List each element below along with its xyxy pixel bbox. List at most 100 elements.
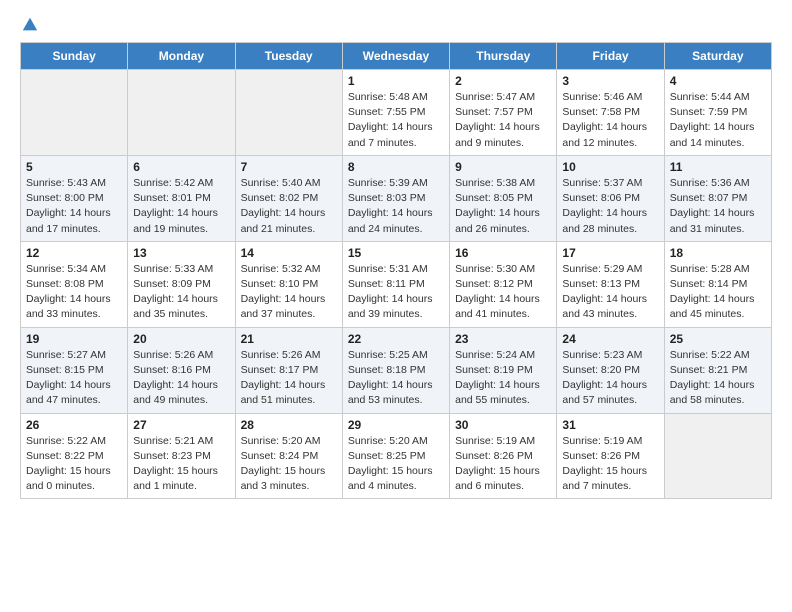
day-info: Sunrise: 5:19 AM Sunset: 8:26 PM Dayligh…	[455, 434, 551, 495]
day-number: 4	[670, 74, 766, 88]
day-number: 31	[562, 418, 658, 432]
calendar-cell: 12 Sunrise: 5:34 AM Sunset: 8:08 PM Dayli…	[21, 241, 128, 327]
calendar-cell: 10 Sunrise: 5:37 AM Sunset: 8:06 PM Dayli…	[557, 155, 664, 241]
calendar-cell: 19Sunrise: 5:27 AM Sunset: 8:15 PM Dayli…	[21, 327, 128, 413]
calendar-cell: 25 Sunrise: 5:22 AM Sunset: 8:21 PM Dayli…	[664, 327, 771, 413]
day-number: 28	[241, 418, 337, 432]
day-number: 12	[26, 246, 122, 260]
calendar-cell: 14Sunrise: 5:32 AM Sunset: 8:10 PM Dayli…	[235, 241, 342, 327]
calendar-cell: 13 Sunrise: 5:33 AM Sunset: 8:09 PM Dayli…	[128, 241, 235, 327]
day-number: 7	[241, 160, 337, 174]
calendar-cell: 23 Sunrise: 5:24 AM Sunset: 8:19 PM Dayli…	[450, 327, 557, 413]
day-info: Sunrise: 5:20 AM Sunset: 8:24 PM Dayligh…	[241, 434, 337, 495]
calendar-cell: 15 Sunrise: 5:31 AM Sunset: 8:11 PM Dayli…	[342, 241, 449, 327]
col-header-wednesday: Wednesday	[342, 43, 449, 70]
day-number: 23	[455, 332, 551, 346]
calendar-cell: 24Sunrise: 5:23 AM Sunset: 8:20 PM Dayli…	[557, 327, 664, 413]
calendar-header-row: SundayMondayTuesdayWednesdayThursdayFrid…	[21, 43, 772, 70]
day-number: 18	[670, 246, 766, 260]
day-info: Sunrise: 5:25 AM Sunset: 8:18 PM Dayligh…	[348, 348, 444, 409]
day-info: Sunrise: 5:30 AM Sunset: 8:12 PM Dayligh…	[455, 262, 551, 323]
col-header-thursday: Thursday	[450, 43, 557, 70]
day-number: 25	[670, 332, 766, 346]
day-number: 13	[133, 246, 229, 260]
day-info: Sunrise: 5:34 AM Sunset: 8:08 PM Dayligh…	[26, 262, 122, 323]
day-info: Sunrise: 5:38 AM Sunset: 8:05 PM Dayligh…	[455, 176, 551, 237]
day-number: 3	[562, 74, 658, 88]
calendar-cell: 5 Sunrise: 5:43 AM Sunset: 8:00 PM Daylig…	[21, 155, 128, 241]
day-info: Sunrise: 5:26 AM Sunset: 8:16 PM Dayligh…	[133, 348, 229, 409]
day-info: Sunrise: 5:43 AM Sunset: 8:00 PM Dayligh…	[26, 176, 122, 237]
col-header-monday: Monday	[128, 43, 235, 70]
day-number: 9	[455, 160, 551, 174]
calendar-cell: 1 Sunrise: 5:48 AM Sunset: 7:55 PM Daylig…	[342, 70, 449, 156]
calendar-week-5: 26 Sunrise: 5:22 AM Sunset: 8:22 PM Dayli…	[21, 413, 772, 499]
day-info: Sunrise: 5:19 AM Sunset: 8:26 PM Dayligh…	[562, 434, 658, 495]
calendar-cell	[235, 70, 342, 156]
day-number: 21	[241, 332, 337, 346]
col-header-friday: Friday	[557, 43, 664, 70]
day-number: 8	[348, 160, 444, 174]
calendar-cell: 9 Sunrise: 5:38 AM Sunset: 8:05 PM Daylig…	[450, 155, 557, 241]
day-info: Sunrise: 5:37 AM Sunset: 8:06 PM Dayligh…	[562, 176, 658, 237]
day-info: Sunrise: 5:33 AM Sunset: 8:09 PM Dayligh…	[133, 262, 229, 323]
day-info: Sunrise: 5:31 AM Sunset: 8:11 PM Dayligh…	[348, 262, 444, 323]
calendar-cell: 18 Sunrise: 5:28 AM Sunset: 8:14 PM Dayli…	[664, 241, 771, 327]
calendar-table: SundayMondayTuesdayWednesdayThursdayFrid…	[20, 42, 772, 499]
calendar-cell: 29Sunrise: 5:20 AM Sunset: 8:25 PM Dayli…	[342, 413, 449, 499]
logo	[20, 16, 39, 32]
day-number: 16	[455, 246, 551, 260]
page: SundayMondayTuesdayWednesdayThursdayFrid…	[0, 0, 792, 612]
day-info: Sunrise: 5:36 AM Sunset: 8:07 PM Dayligh…	[670, 176, 766, 237]
day-number: 15	[348, 246, 444, 260]
day-info: Sunrise: 5:47 AM Sunset: 7:57 PM Dayligh…	[455, 90, 551, 151]
calendar-cell: 16 Sunrise: 5:30 AM Sunset: 8:12 PM Dayli…	[450, 241, 557, 327]
col-header-sunday: Sunday	[21, 43, 128, 70]
col-header-saturday: Saturday	[664, 43, 771, 70]
day-info: Sunrise: 5:48 AM Sunset: 7:55 PM Dayligh…	[348, 90, 444, 151]
day-number: 26	[26, 418, 122, 432]
day-number: 6	[133, 160, 229, 174]
calendar-cell	[128, 70, 235, 156]
day-info: Sunrise: 5:28 AM Sunset: 8:14 PM Dayligh…	[670, 262, 766, 323]
day-number: 1	[348, 74, 444, 88]
day-info: Sunrise: 5:27 AM Sunset: 8:15 PM Dayligh…	[26, 348, 122, 409]
calendar-cell: 22Sunrise: 5:25 AM Sunset: 8:18 PM Dayli…	[342, 327, 449, 413]
day-info: Sunrise: 5:22 AM Sunset: 8:21 PM Dayligh…	[670, 348, 766, 409]
calendar-cell: 30Sunrise: 5:19 AM Sunset: 8:26 PM Dayli…	[450, 413, 557, 499]
calendar-cell: 2Sunrise: 5:47 AM Sunset: 7:57 PM Daylig…	[450, 70, 557, 156]
logo-icon	[21, 16, 39, 34]
day-number: 17	[562, 246, 658, 260]
calendar-cell: 28 Sunrise: 5:20 AM Sunset: 8:24 PM Dayli…	[235, 413, 342, 499]
calendar-cell: 11Sunrise: 5:36 AM Sunset: 8:07 PM Dayli…	[664, 155, 771, 241]
day-number: 5	[26, 160, 122, 174]
calendar-cell: 4Sunrise: 5:44 AM Sunset: 7:59 PM Daylig…	[664, 70, 771, 156]
calendar-cell: 31 Sunrise: 5:19 AM Sunset: 8:26 PM Dayli…	[557, 413, 664, 499]
day-number: 14	[241, 246, 337, 260]
day-info: Sunrise: 5:29 AM Sunset: 8:13 PM Dayligh…	[562, 262, 658, 323]
calendar-cell	[664, 413, 771, 499]
calendar-cell: 17 Sunrise: 5:29 AM Sunset: 8:13 PM Dayli…	[557, 241, 664, 327]
day-number: 20	[133, 332, 229, 346]
calendar-week-2: 5 Sunrise: 5:43 AM Sunset: 8:00 PM Daylig…	[21, 155, 772, 241]
calendar-cell	[21, 70, 128, 156]
day-info: Sunrise: 5:22 AM Sunset: 8:22 PM Dayligh…	[26, 434, 122, 495]
day-info: Sunrise: 5:24 AM Sunset: 8:19 PM Dayligh…	[455, 348, 551, 409]
calendar-cell: 7 Sunrise: 5:40 AM Sunset: 8:02 PM Daylig…	[235, 155, 342, 241]
calendar-cell: 6 Sunrise: 5:42 AM Sunset: 8:01 PM Daylig…	[128, 155, 235, 241]
day-info: Sunrise: 5:42 AM Sunset: 8:01 PM Dayligh…	[133, 176, 229, 237]
day-info: Sunrise: 5:40 AM Sunset: 8:02 PM Dayligh…	[241, 176, 337, 237]
calendar-week-1: 1 Sunrise: 5:48 AM Sunset: 7:55 PM Daylig…	[21, 70, 772, 156]
day-number: 10	[562, 160, 658, 174]
calendar-cell: 21 Sunrise: 5:26 AM Sunset: 8:17 PM Dayli…	[235, 327, 342, 413]
calendar-cell: 8 Sunrise: 5:39 AM Sunset: 8:03 PM Daylig…	[342, 155, 449, 241]
day-info: Sunrise: 5:21 AM Sunset: 8:23 PM Dayligh…	[133, 434, 229, 495]
day-info: Sunrise: 5:39 AM Sunset: 8:03 PM Dayligh…	[348, 176, 444, 237]
header	[20, 16, 772, 32]
calendar-cell: 26 Sunrise: 5:22 AM Sunset: 8:22 PM Dayli…	[21, 413, 128, 499]
day-info: Sunrise: 5:26 AM Sunset: 8:17 PM Dayligh…	[241, 348, 337, 409]
calendar-cell: 27Sunrise: 5:21 AM Sunset: 8:23 PM Dayli…	[128, 413, 235, 499]
calendar-week-3: 12 Sunrise: 5:34 AM Sunset: 8:08 PM Dayli…	[21, 241, 772, 327]
calendar-week-4: 19Sunrise: 5:27 AM Sunset: 8:15 PM Dayli…	[21, 327, 772, 413]
day-info: Sunrise: 5:20 AM Sunset: 8:25 PM Dayligh…	[348, 434, 444, 495]
